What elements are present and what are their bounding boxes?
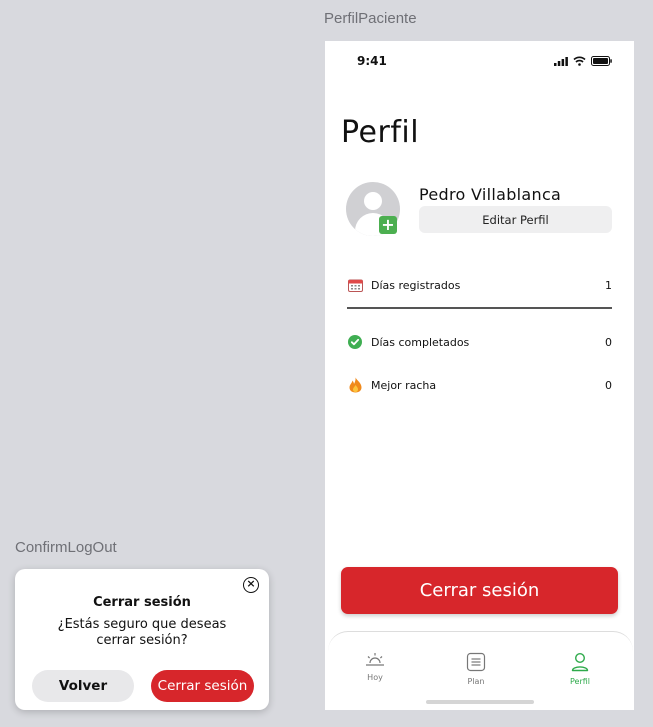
back-button[interactable]: Volver: [32, 670, 134, 702]
sunrise-icon: [366, 653, 384, 666]
stat-days-completed: Días completados 0: [347, 332, 612, 352]
stat-label: Mejor racha: [371, 378, 437, 392]
logout-button[interactable]: Cerrar sesión: [341, 567, 618, 614]
status-time: 9:41: [357, 54, 387, 68]
close-icon[interactable]: ×: [243, 577, 259, 593]
calendar-icon: [347, 277, 363, 293]
stat-value: 0: [605, 335, 612, 349]
tab-bar: Hoy Plan Perfil: [328, 631, 633, 710]
stat-label: Días completados: [371, 335, 470, 349]
dialog-message: ¿Estás seguro que deseas cerrar sesión?: [57, 617, 227, 648]
tab-perfil[interactable]: Perfil: [550, 652, 610, 686]
profile-screen: 9:41 Perfil + Pedro Villablanca Editar P…: [325, 41, 634, 710]
wifi-icon: [573, 56, 586, 66]
tab-plan[interactable]: Plan: [446, 652, 506, 686]
frame-label-perfil: PerfilPaciente: [324, 10, 417, 27]
flame-icon: [347, 377, 363, 393]
tab-hoy[interactable]: Hoy: [345, 652, 405, 682]
status-bar: 9:41: [325, 41, 634, 81]
stat-label: Días registrados: [371, 278, 461, 292]
edit-profile-button[interactable]: Editar Perfil: [419, 206, 612, 233]
confirm-logout-button[interactable]: Cerrar sesión: [151, 670, 254, 702]
list-icon: [466, 652, 486, 672]
user-name: Pedro Villablanca: [419, 185, 562, 204]
status-icons: [554, 56, 612, 66]
tab-label: Hoy: [367, 673, 383, 682]
logout-confirm-dialog: × Cerrar sesión ¿Estás seguro que deseas…: [15, 569, 269, 710]
tab-label: Plan: [467, 677, 485, 686]
stat-value: 0: [605, 378, 612, 392]
stat-best-streak: Mejor racha 0: [347, 375, 612, 395]
dialog-title: Cerrar sesión: [93, 595, 191, 610]
signal-icon: [554, 56, 568, 66]
stat-days-registered: Días registrados 1: [347, 275, 612, 295]
stat-value: 1: [605, 278, 612, 292]
tab-label: Perfil: [569, 677, 590, 686]
frame-label-logout: ConfirmLogOut: [15, 539, 117, 556]
check-circle-icon: [347, 334, 363, 350]
page-title: Perfil: [341, 115, 420, 150]
home-indicator: [426, 700, 534, 704]
divider: [347, 307, 612, 309]
person-icon: [571, 652, 589, 672]
add-photo-icon[interactable]: +: [379, 216, 397, 234]
battery-icon: [591, 56, 612, 66]
